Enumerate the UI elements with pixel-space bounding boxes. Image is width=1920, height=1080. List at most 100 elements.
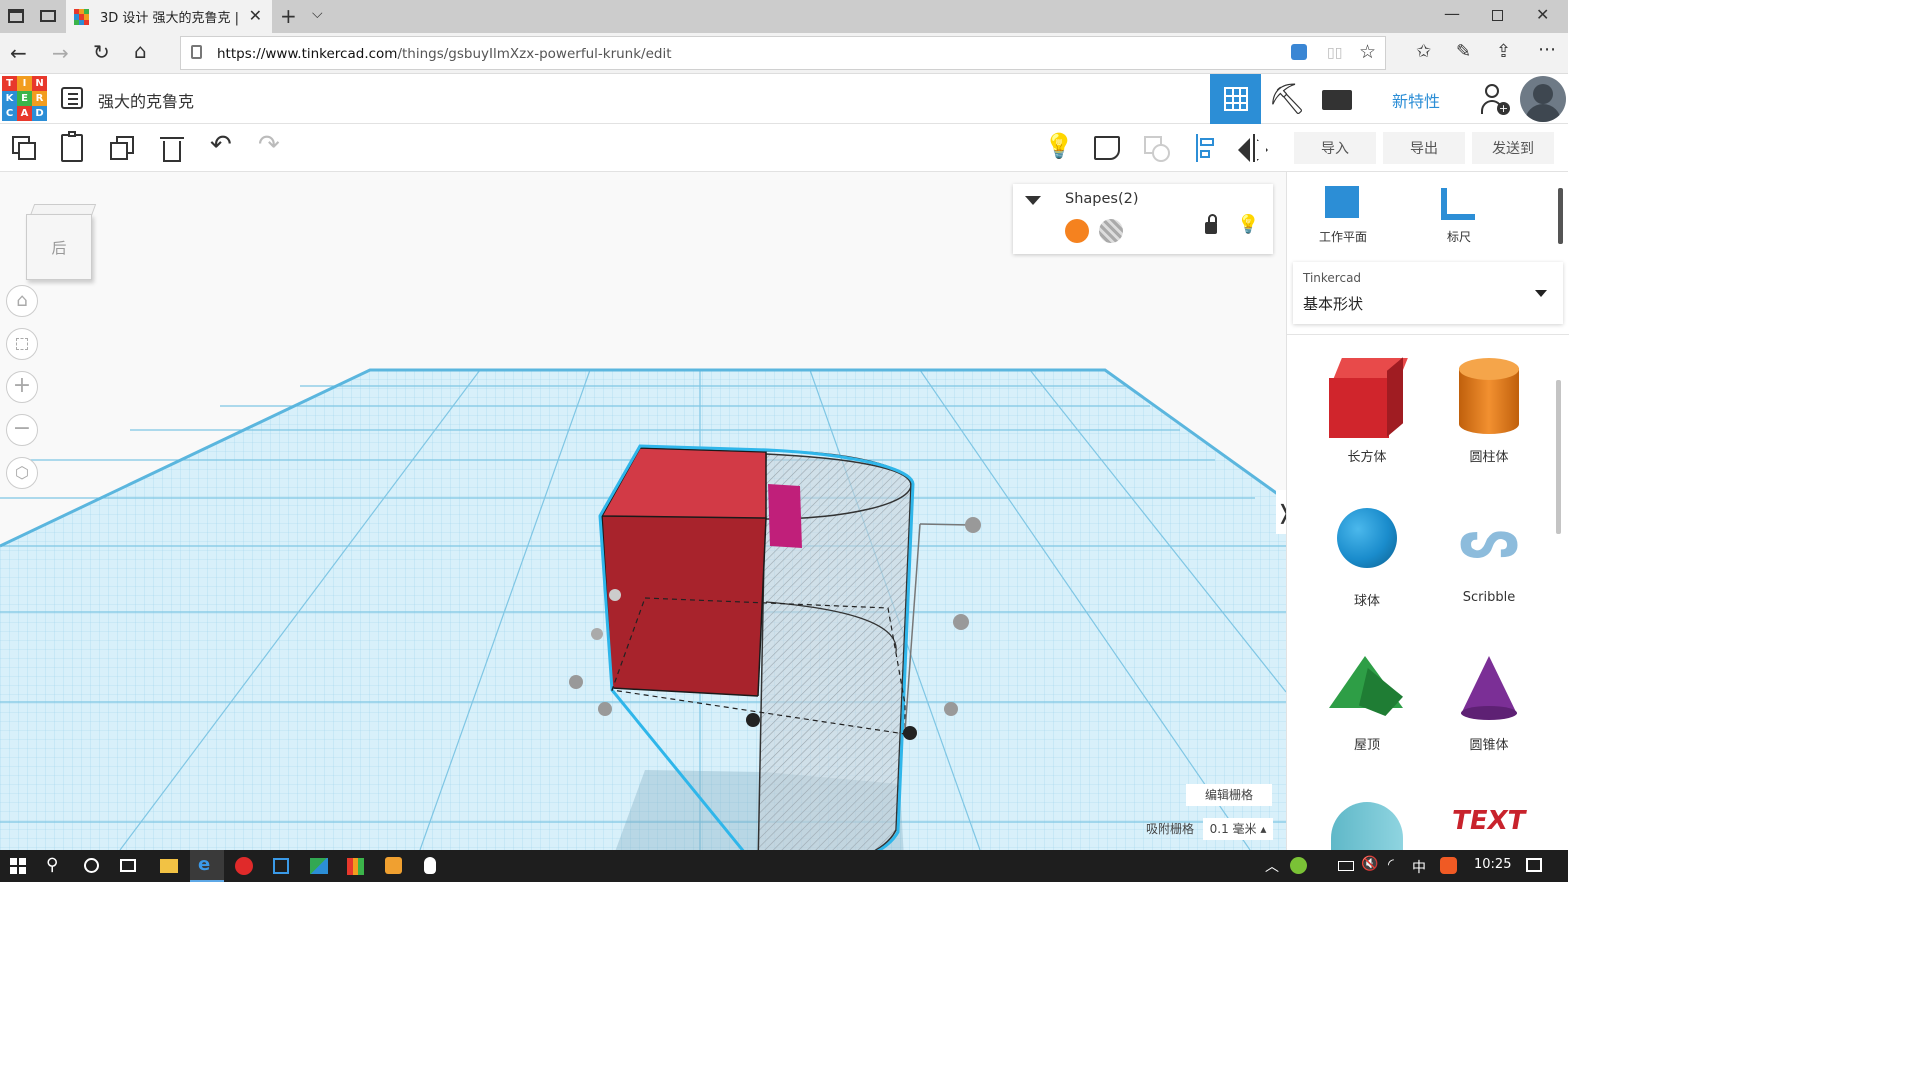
task-view-icon[interactable] — [120, 859, 136, 872]
ruler-tool[interactable]: 标尺 — [1431, 184, 1487, 246]
zoom-out-icon: − — [12, 416, 32, 441]
paste-icon[interactable] — [61, 131, 83, 162]
undo-icon[interactable]: ↶ — [210, 130, 232, 160]
unlock-icon[interactable] — [1205, 214, 1217, 234]
library-dropdown[interactable]: Tinkercad 基本形状 — [1293, 262, 1563, 324]
home-view-button[interactable]: ⌂ — [6, 285, 38, 317]
import-button[interactable]: 导入 — [1294, 132, 1376, 164]
visibility-lightbulb-icon[interactable]: 💡 — [1237, 214, 1259, 235]
export-button[interactable]: 导出 — [1383, 132, 1465, 164]
browser-title-bar: 3D 设计 强大的克鲁克 | ✕ + ⌵ — ✕ — [0, 0, 1568, 33]
hide-lightbulb-icon[interactable]: 💡 — [1044, 132, 1074, 160]
panel-scrollbar[interactable] — [1556, 380, 1561, 534]
browser-tab[interactable]: 3D 设计 强大的克鲁克 | ✕ — [66, 0, 272, 33]
favorite-star-icon[interactable]: ☆ — [1359, 41, 1376, 63]
zoom-in-button[interactable]: + — [6, 371, 38, 403]
photo-app-icon[interactable] — [385, 857, 402, 874]
shape-tile-cylinder[interactable]: 圆柱体 — [1439, 348, 1539, 468]
design-name[interactable]: 强大的克鲁克 — [98, 88, 194, 112]
align-icon[interactable] — [1196, 134, 1218, 162]
file-explorer-icon[interactable] — [160, 859, 178, 873]
tray-expand-icon[interactable]: ︿ — [1265, 856, 1279, 876]
shape-tile-cone[interactable]: 圆锥体 — [1439, 644, 1539, 764]
shape-tile-text[interactable]: TEXT — [1439, 792, 1539, 850]
home-icon[interactable]: ⌂ — [134, 39, 147, 63]
note-shape-icon[interactable] — [1094, 136, 1120, 160]
grid-icon — [1224, 87, 1248, 111]
view-cube[interactable]: 后 — [26, 204, 97, 280]
shape-label: 圆锥体 — [1469, 738, 1509, 753]
tinkercad-logo[interactable]: T I N K E R C A D — [2, 76, 47, 121]
shape-tile-half-cylinder[interactable] — [1317, 792, 1417, 850]
library-name: 基本形状 — [1303, 295, 1364, 313]
avatar[interactable] — [1520, 76, 1566, 122]
windows-start-icon[interactable] — [10, 858, 26, 874]
new-tab-icon[interactable]: + — [280, 4, 297, 28]
send-to-button[interactable]: 发送到 — [1472, 132, 1554, 164]
bricks-icon[interactable] — [1322, 90, 1352, 110]
panel-scrollbar-top[interactable] — [1558, 188, 1563, 244]
collapse-chevron-icon[interactable] — [1025, 196, 1041, 205]
notes-pen-icon[interactable]: ✎ — [1456, 41, 1471, 62]
qq-penguin-icon[interactable] — [424, 857, 436, 874]
workplane-tool[interactable]: 工作平面 — [1315, 184, 1371, 246]
snap-grid-label: 吸附栅格 — [1146, 822, 1195, 836]
cortana-icon[interactable] — [84, 858, 99, 873]
minimize-icon[interactable]: — — [1444, 4, 1460, 23]
edge-taskbar-button[interactable]: e — [190, 850, 224, 882]
copy-icon[interactable] — [12, 136, 38, 162]
url-field[interactable]: https://www.tinkercad.com/things/gsbuyIl… — [180, 36, 1386, 70]
shape-tile-sphere[interactable]: 球体 — [1317, 496, 1417, 616]
shape-tile-box[interactable]: 长方体 — [1317, 348, 1417, 468]
group-shapes-icon[interactable] — [1144, 136, 1170, 162]
zoom-in-icon: + — [12, 373, 32, 398]
mirror-icon[interactable] — [1238, 134, 1270, 162]
hole-swatch[interactable] — [1099, 219, 1123, 243]
translate-icon[interactable] — [1291, 44, 1307, 60]
more-icon[interactable]: ⋯ — [1538, 39, 1556, 60]
wifi-icon[interactable]: ◜ — [1388, 855, 1394, 873]
edit-grid-button[interactable]: 编辑栅格 — [1186, 784, 1272, 806]
new-features-link[interactable]: 新特性 — [1392, 88, 1440, 112]
search-icon[interactable]: ⚲ — [46, 855, 58, 875]
fit-view-button[interactable] — [6, 328, 38, 360]
zoom-out-button[interactable]: − — [6, 414, 38, 446]
refresh-icon[interactable]: ↻ — [93, 40, 110, 64]
solid-color-swatch[interactable] — [1065, 219, 1089, 243]
half-cylinder-shape-icon — [1331, 802, 1403, 850]
redo-icon[interactable]: ↷ — [258, 130, 280, 160]
snap-grid-dropdown[interactable]: 0.1 毫米 ▴ — [1203, 818, 1273, 840]
3d-view-grid-button[interactable] — [1210, 74, 1261, 124]
duplicate-icon[interactable] — [110, 136, 136, 162]
mute-speaker-icon[interactable]: 🔇 — [1361, 856, 1378, 872]
maps-icon[interactable] — [310, 858, 328, 874]
add-user-icon[interactable]: + — [1480, 82, 1510, 116]
shape-tile-roof[interactable]: 屋顶 — [1317, 644, 1417, 764]
design-list-icon[interactable] — [61, 87, 83, 109]
tinkercad-taskbar-icon[interactable] — [347, 858, 364, 875]
close-window-icon[interactable]: ✕ — [1536, 5, 1549, 24]
ime-indicator[interactable]: 中 — [1412, 857, 1426, 877]
tab-list-chevron-icon[interactable]: ⌵ — [312, 6, 323, 22]
back-icon[interactable]: ← — [10, 41, 27, 65]
notification-center-icon[interactable] — [1526, 858, 1542, 872]
clock-time[interactable]: 10:25 — [1474, 857, 1511, 872]
reading-view-icon[interactable]: ▯▯ — [1327, 45, 1342, 61]
tray-app-icon[interactable] — [1290, 857, 1307, 874]
perspective-button[interactable]: ⬡ — [6, 457, 38, 489]
close-tab-icon[interactable]: ✕ — [249, 6, 262, 25]
forward-icon[interactable]: → — [52, 41, 69, 65]
app-window-icon[interactable] — [273, 858, 289, 874]
3d-workplane-canvas[interactable]: 后 ⌂ + − ⬡ Shapes(2) 💡 编辑栅格 吸附栅格 0.1 毫米 ▴ — [0, 172, 1286, 850]
maximize-icon[interactable] — [1492, 10, 1503, 21]
share-icon[interactable]: ⇪ — [1496, 41, 1511, 62]
delete-trash-icon[interactable] — [160, 134, 184, 162]
pickaxe-icon[interactable]: ⛏ — [1268, 82, 1306, 118]
window-menu-icon[interactable] — [8, 9, 24, 23]
battery-icon[interactable] — [1338, 861, 1354, 871]
tab-aside-icon[interactable] — [40, 10, 56, 22]
sogou-icon[interactable] — [1440, 857, 1457, 874]
favorites-icon[interactable]: ✩ — [1416, 41, 1431, 62]
shape-tile-scribble[interactable]: ᔕ Scribble — [1439, 496, 1539, 616]
netease-music-icon[interactable] — [235, 857, 253, 875]
